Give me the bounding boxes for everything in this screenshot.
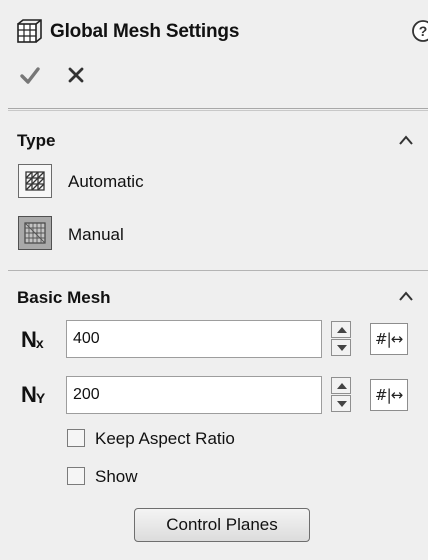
nx-label: Nx: [21, 327, 44, 353]
nx-input[interactable]: [66, 320, 322, 358]
nx-grid-spacing-button[interactable]: #|↔: [370, 323, 408, 355]
ny-spinner: [331, 377, 351, 413]
chevron-up-icon[interactable]: [397, 290, 415, 302]
panel-header: Global Mesh Settings ?: [0, 0, 428, 112]
show-checkbox[interactable]: [67, 467, 85, 485]
nx-decrement-button[interactable]: [331, 339, 351, 356]
manual-mesh-button[interactable]: [18, 216, 52, 250]
control-planes-button[interactable]: Control Planes: [134, 508, 310, 542]
ny-label: NY: [21, 382, 45, 408]
show-label: Show: [95, 467, 138, 486]
ny-input[interactable]: [66, 376, 322, 414]
nx-spinner: [331, 321, 351, 357]
nx-label-main: N: [21, 327, 37, 352]
grid-cube-icon: [17, 19, 42, 43]
ny-label-main: N: [21, 382, 37, 407]
manual-label: Manual: [68, 225, 124, 244]
svg-text:?: ?: [419, 23, 428, 39]
auto-mesh-icon: [25, 171, 45, 191]
x-icon[interactable]: [65, 64, 87, 86]
ny-grid-spacing-button[interactable]: #|↔: [370, 379, 408, 411]
chevron-up-icon[interactable]: [397, 134, 415, 146]
section-divider: [8, 270, 428, 271]
question-circle-icon[interactable]: ?: [411, 19, 428, 43]
nx-label-sub: x: [35, 335, 44, 351]
global-mesh-settings-panel: Global Mesh Settings ? Type Automatic Ma…: [0, 0, 428, 560]
checkmark-icon[interactable]: [19, 64, 41, 86]
keep-aspect-ratio-checkbox[interactable]: [67, 429, 85, 447]
type-section-title: Type: [17, 131, 56, 150]
keep-aspect-ratio-label: Keep Aspect Ratio: [95, 429, 235, 448]
arrow-up-icon: [337, 327, 347, 333]
arrow-up-icon: [337, 383, 347, 389]
ny-decrement-button[interactable]: [331, 395, 351, 412]
automatic-label: Automatic: [68, 172, 144, 191]
automatic-mesh-button[interactable]: [18, 164, 52, 198]
basic-mesh-section-title: Basic Mesh: [17, 288, 111, 307]
header-divider-shadow: [8, 110, 428, 111]
grid-spacing-icon: #|↔: [375, 330, 403, 348]
ny-increment-button[interactable]: [331, 377, 351, 394]
arrow-down-icon: [337, 345, 347, 351]
manual-mesh-icon: [24, 222, 46, 244]
arrow-down-icon: [337, 401, 347, 407]
panel-title: Global Mesh Settings: [50, 21, 240, 42]
header-divider: [8, 108, 428, 109]
ny-label-sub: Y: [35, 390, 45, 406]
grid-spacing-icon: #|↔: [375, 386, 403, 404]
nx-increment-button[interactable]: [331, 321, 351, 338]
